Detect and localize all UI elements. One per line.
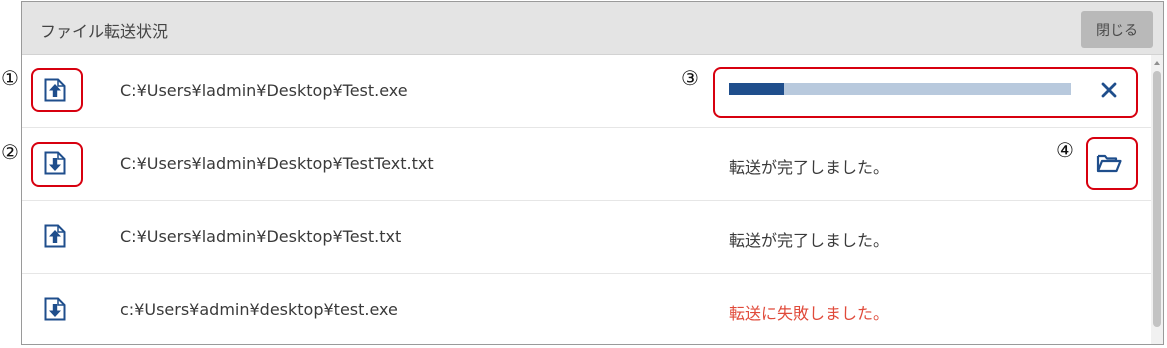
annotation-number-2: ②	[1, 140, 19, 164]
annotation-number-4: ④	[1056, 138, 1074, 162]
annotation-box-progress	[713, 67, 1138, 118]
transfer-status: 転送が完了しました。	[729, 158, 890, 177]
download-arrow-icon	[44, 297, 66, 321]
file-transfer-dialog: ファイル転送状況 閉じる C:¥Users¥ladmin¥Desktop¥Tes…	[21, 1, 1164, 345]
dialog-title: ファイル転送状況	[40, 22, 169, 41]
file-path: c:¥Users¥admin¥desktop¥test.exe	[120, 300, 398, 319]
annotation-box-download-icon	[31, 142, 83, 187]
dialog-header: ファイル転送状況 閉じる	[22, 2, 1163, 55]
annotation-box-upload-icon	[31, 68, 83, 112]
transfer-row: C:¥Users¥ladmin¥Desktop¥Test.txt 転送が完了しま…	[22, 201, 1151, 274]
upload-arrow-icon	[44, 224, 66, 248]
annotation-number-1: ①	[1, 66, 19, 90]
file-path: C:¥Users¥ladmin¥Desktop¥Test.txt	[120, 227, 402, 246]
file-path: C:¥Users¥ladmin¥Desktop¥Test.exe	[120, 81, 408, 100]
transfer-row: C:¥Users¥ladmin¥Desktop¥TestText.txt 転送が…	[22, 128, 1151, 201]
annotation-box-open-folder	[1086, 137, 1138, 190]
scroll-thumb[interactable]	[1153, 71, 1161, 327]
close-button[interactable]: 閉じる	[1081, 11, 1153, 48]
vertical-scrollbar[interactable]	[1151, 55, 1163, 344]
transfer-error-status: 転送に失敗しました。	[729, 304, 890, 323]
transfer-status: 転送が完了しました。	[729, 231, 890, 250]
transfer-row: c:¥Users¥admin¥desktop¥test.exe 転送に失敗しまし…	[22, 274, 1151, 344]
annotation-number-3: ③	[681, 66, 699, 90]
scroll-up-arrow-icon[interactable]	[1154, 61, 1160, 65]
file-path: C:¥Users¥ladmin¥Desktop¥TestText.txt	[120, 154, 434, 173]
